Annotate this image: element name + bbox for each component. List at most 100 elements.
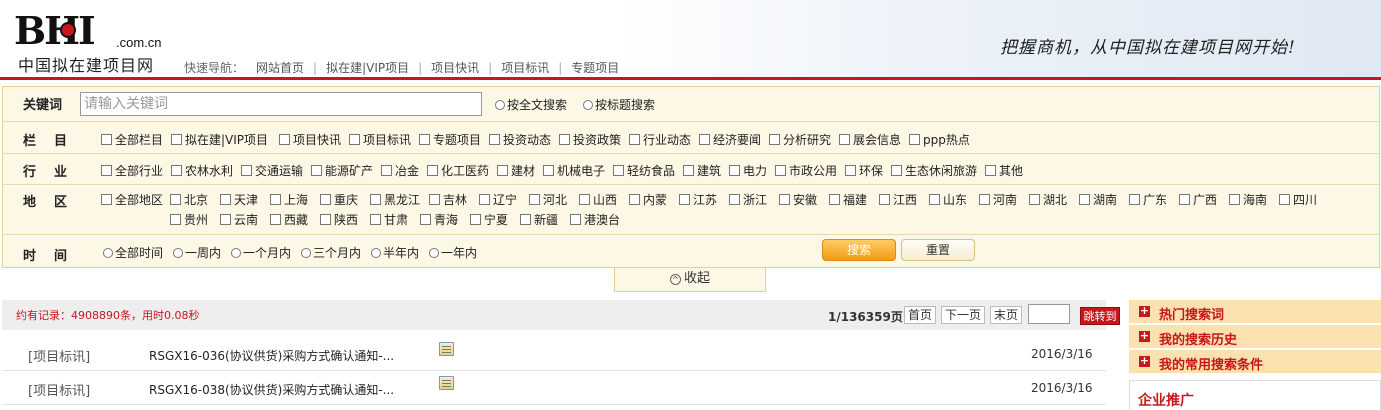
column-option[interactable]: 项目快讯 — [279, 131, 341, 148]
region-option[interactable]: 浙江 — [729, 191, 767, 208]
goto-page-button[interactable]: 跳转到 — [1080, 307, 1120, 325]
region-option[interactable]: 山西 — [579, 191, 617, 208]
time-option[interactable]: 一年内 — [429, 244, 477, 261]
sidebar-item-search-history[interactable]: + 我的搜索历史 — [1129, 325, 1381, 349]
region-option[interactable]: 河南 — [979, 191, 1017, 208]
column-option-label: 展会信息 — [853, 133, 902, 147]
region-option[interactable]: 四川 — [1279, 191, 1317, 208]
industry-option[interactable]: 能源矿产 — [311, 162, 373, 179]
industry-option[interactable]: 其他 — [985, 162, 1023, 179]
industry-option[interactable]: 农林水利 — [171, 162, 233, 179]
region-option[interactable]: 海南 — [1229, 191, 1267, 208]
keyword-input[interactable]: 请输入关键词 — [80, 92, 482, 116]
radio-icon — [583, 100, 593, 110]
sidebar-item-label: 我的搜索历史 — [1159, 333, 1238, 348]
checkbox-icon — [497, 165, 508, 176]
region-option[interactable]: 广东 — [1129, 191, 1167, 208]
time-option[interactable]: 全部时间 — [103, 244, 163, 261]
quick-nav-special[interactable]: 专题项目 — [571, 61, 619, 75]
column-option[interactable]: 投资动态 — [489, 131, 551, 148]
region-option[interactable]: 安徽 — [779, 191, 817, 208]
region-option[interactable]: 内蒙 — [629, 191, 667, 208]
industry-option[interactable]: 市政公用 — [775, 162, 837, 179]
region-option[interactable]: 湖南 — [1079, 191, 1117, 208]
region-option[interactable]: 新疆 — [520, 211, 558, 228]
region-option[interactable]: 全部地区 — [101, 191, 163, 208]
industry-option[interactable]: 化工医药 — [427, 162, 489, 179]
checkbox-icon — [241, 165, 252, 176]
reset-button[interactable]: 重置 — [901, 239, 975, 261]
industry-option[interactable]: 机械电子 — [543, 162, 605, 179]
column-option[interactable]: 拟在建|VIP项目 — [171, 131, 268, 148]
region-option[interactable]: 天津 — [220, 191, 258, 208]
quick-nav-news[interactable]: 项目快讯 — [431, 61, 479, 75]
checkbox-icon — [419, 134, 430, 145]
region-option[interactable]: 江苏 — [679, 191, 717, 208]
region-option[interactable]: 广西 — [1179, 191, 1217, 208]
industry-option[interactable]: 轻纺食品 — [613, 162, 675, 179]
time-option[interactable]: 半年内 — [371, 244, 419, 261]
region-option[interactable]: 福建 — [829, 191, 867, 208]
region-option[interactable]: 河北 — [529, 191, 567, 208]
industry-option[interactable]: 生态休闲旅游 — [891, 162, 977, 179]
region-option[interactable]: 青海 — [420, 211, 458, 228]
industry-option[interactable]: 建筑 — [683, 162, 721, 179]
search-button[interactable]: 搜索 — [822, 239, 896, 261]
column-option[interactable]: 全部栏目 — [101, 131, 163, 148]
page-number-input[interactable] — [1028, 304, 1070, 324]
column-option[interactable]: 分析研究 — [769, 131, 831, 148]
region-option[interactable]: 西藏 — [270, 211, 308, 228]
region-option[interactable]: 辽宁 — [479, 191, 517, 208]
quick-nav-bids[interactable]: 项目标讯 — [501, 61, 549, 75]
mode-title[interactable]: 按标题搜索 — [583, 96, 655, 113]
time-option[interactable]: 一周内 — [173, 244, 221, 261]
quick-nav-home[interactable]: 网站首页 — [256, 61, 304, 75]
first-page-button[interactable]: 首页 — [904, 306, 936, 324]
region-option[interactable]: 陕西 — [320, 211, 358, 228]
site-logo[interactable]: BHI .com.cn — [14, 8, 174, 58]
region-option[interactable]: 上海 — [270, 191, 308, 208]
region-option-label: 河南 — [993, 193, 1018, 207]
sidebar-item-saved-conditions[interactable]: + 我的常用搜索条件 — [1129, 350, 1381, 374]
region-option[interactable]: 重庆 — [320, 191, 358, 208]
industry-option[interactable]: 电力 — [729, 162, 767, 179]
region-option[interactable]: 黑龙江 — [370, 191, 420, 208]
industry-option[interactable]: 建材 — [497, 162, 535, 179]
mode-fulltext[interactable]: 按全文搜索 — [495, 96, 567, 113]
column-option[interactable]: 行业动态 — [629, 131, 691, 148]
column-option[interactable]: 项目标讯 — [349, 131, 411, 148]
region-option[interactable]: 湖北 — [1029, 191, 1067, 208]
region-option[interactable]: 甘肃 — [370, 211, 408, 228]
column-option[interactable]: ppp热点 — [909, 131, 970, 148]
result-title[interactable]: RSGX16-036(协议供货)采购方式确认通知-... — [149, 347, 394, 364]
time-option[interactable]: 一个月内 — [231, 244, 291, 261]
region-option[interactable]: 山东 — [929, 191, 967, 208]
sidebar-item-hot-keywords[interactable]: + 热门搜索词 — [1129, 300, 1381, 324]
industry-option[interactable]: 交通运输 — [241, 162, 303, 179]
result-row[interactable]: [项目标讯] RSGX16-038(协议供货)采购方式确认通知-... 2016… — [2, 371, 1106, 405]
region-option[interactable]: 港澳台 — [570, 211, 620, 228]
industry-option[interactable]: 环保 — [845, 162, 883, 179]
region-option[interactable]: 宁夏 — [470, 211, 508, 228]
region-option[interactable]: 云南 — [220, 211, 258, 228]
region-option[interactable]: 吉林 — [429, 191, 467, 208]
region-option[interactable]: 北京 — [170, 191, 208, 208]
document-icon[interactable] — [439, 342, 454, 356]
result-row[interactable]: [项目标讯] RSGX16-036(协议供货)采购方式确认通知-... 2016… — [2, 337, 1106, 371]
result-title[interactable]: RSGX16-038(协议供货)采购方式确认通知-... — [149, 381, 394, 398]
region-option[interactable]: 贵州 — [170, 211, 208, 228]
industry-option[interactable]: 全部行业 — [101, 162, 163, 179]
next-page-button[interactable]: 下一页 — [941, 306, 985, 324]
industry-option[interactable]: 冶金 — [381, 162, 419, 179]
document-icon[interactable] — [439, 376, 454, 390]
collapse-toggle[interactable]: ^ 收起 — [614, 268, 766, 292]
column-option[interactable]: 经济要闻 — [699, 131, 761, 148]
column-option[interactable]: 专题项目 — [419, 131, 481, 148]
last-page-button[interactable]: 末页 — [990, 306, 1022, 324]
time-option[interactable]: 三个月内 — [301, 244, 361, 261]
quick-nav-vip[interactable]: 拟在建|VIP项目 — [326, 61, 409, 75]
column-option[interactable]: 展会信息 — [839, 131, 901, 148]
column-option[interactable]: 投资政策 — [559, 131, 621, 148]
industry-option-label: 电力 — [743, 164, 768, 178]
region-option[interactable]: 江西 — [879, 191, 917, 208]
